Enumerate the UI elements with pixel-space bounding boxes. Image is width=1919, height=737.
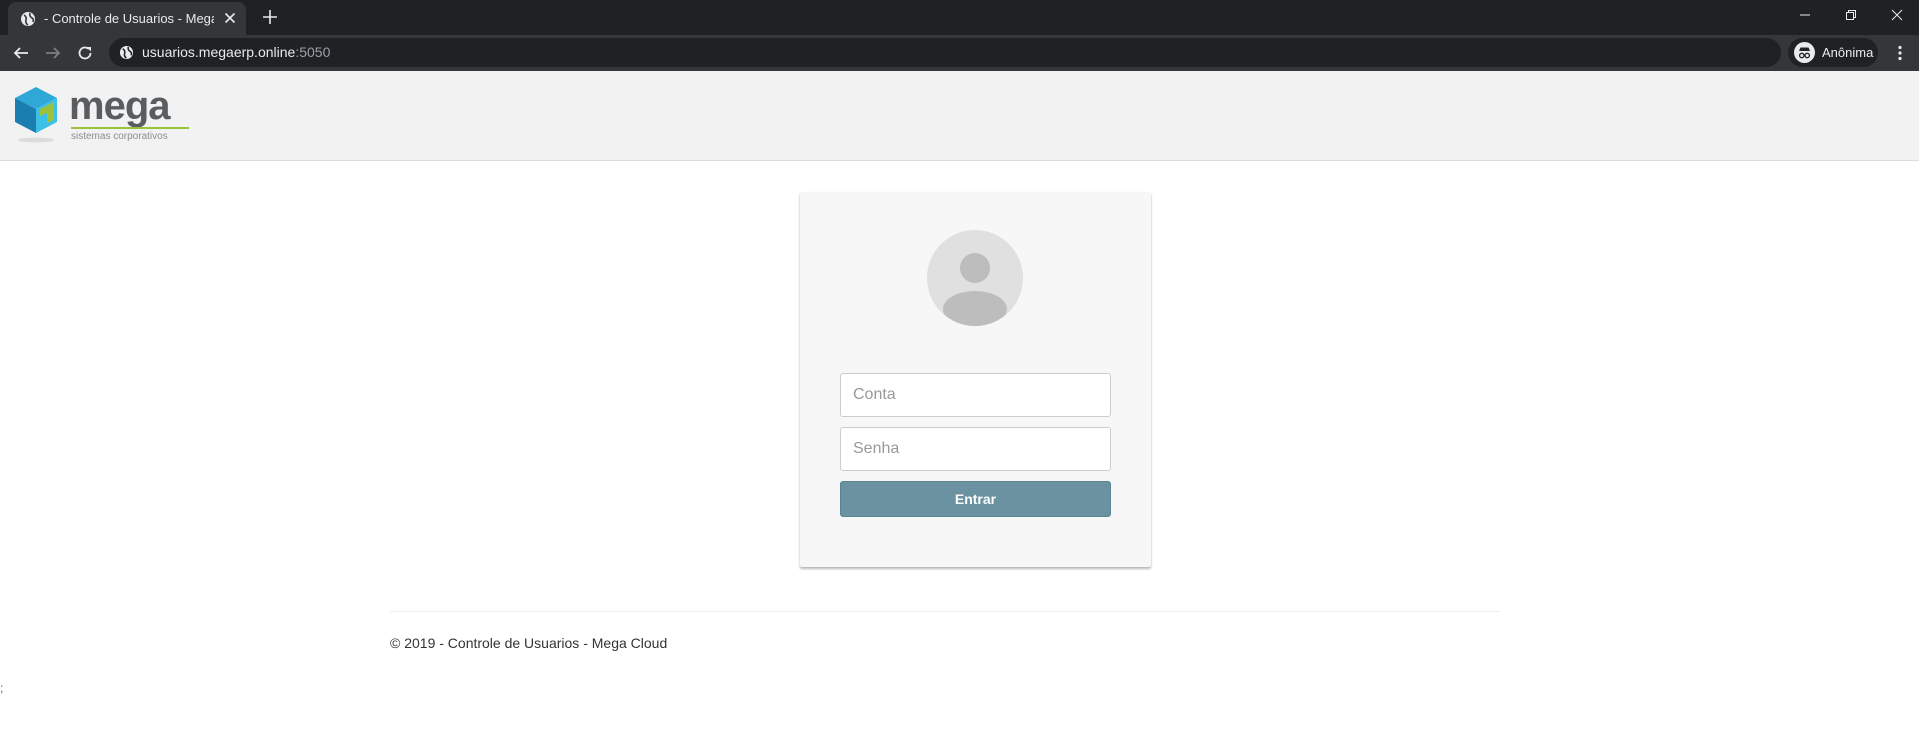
restore-icon [1846,10,1856,20]
minimize-icon [1800,14,1810,16]
logo-underline [71,127,189,129]
back-button[interactable] [9,41,33,65]
mega-cube-icon [15,87,57,143]
url-host: usuarios.megaerp.online [142,44,296,60]
reload-button[interactable] [73,41,97,65]
login-button[interactable]: Entrar [840,481,1111,517]
more-vertical-icon [1898,45,1902,61]
footer-copyright: © 2019 - Controle de Usuarios - Mega Clo… [390,635,668,651]
login-card: Entrar [800,192,1151,567]
globe-icon [119,45,134,60]
new-tab-plus-icon[interactable] [261,8,279,26]
user-avatar-icon [943,253,1007,326]
account-input[interactable] [840,373,1111,417]
window-close-icon [1891,9,1903,21]
password-input[interactable] [840,427,1111,471]
url-text: usuarios.megaerp.online:5050 [142,44,330,61]
address-bar[interactable]: usuarios.megaerp.online:5050 [109,38,1781,67]
avatar [927,230,1023,326]
logo-tagline: sistemas corporativos [71,131,168,142]
close-icon[interactable] [222,10,238,26]
browser-tab-active[interactable]: - Controle de Usuarios - Mega Cl [8,2,246,35]
forward-button[interactable] [41,41,65,65]
site-header: mega sistemas corporativos [0,71,1919,161]
globe-icon [21,12,35,26]
logo-wordmark: mega [69,84,170,128]
footer-divider [390,611,1500,612]
url-port: :5050 [295,44,331,60]
incognito-icon [1794,42,1815,63]
incognito-label: Anônima [1822,45,1874,60]
arrow-right-icon [46,47,61,59]
reload-icon [78,46,92,60]
tab-title: - Controle de Usuarios - Mega Cl [44,11,214,26]
minimize-button[interactable] [1782,0,1828,30]
arrow-left-icon [13,47,28,59]
browser-menu-button[interactable] [1888,41,1912,65]
window-close-button[interactable] [1874,0,1919,30]
browser-toolbar: usuarios.megaerp.online:5050 Anônima [0,35,1919,71]
stray-text: ; [0,681,4,695]
incognito-profile-button[interactable]: Anônima [1788,38,1878,67]
mega-logo[interactable]: mega sistemas corporativos [14,84,189,147]
browser-tab-strip: - Controle de Usuarios - Mega Cl [0,0,1919,35]
restore-button[interactable] [1828,0,1874,30]
